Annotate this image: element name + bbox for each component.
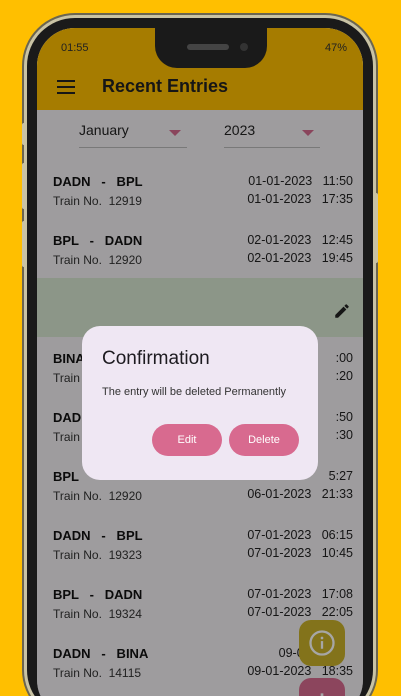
phone-volume-up	[22, 163, 26, 209]
front-camera	[240, 43, 248, 51]
dialog-title: Confirmation	[102, 348, 210, 369]
edit-button[interactable]: Edit	[152, 424, 222, 456]
notch	[155, 28, 267, 68]
phone-side-button	[22, 123, 26, 145]
confirmation-dialog: Confirmation The entry will be deleted P…	[82, 326, 318, 480]
phone-screen: 01:55 47% Recent Entries January 2023 DA…	[37, 28, 363, 696]
dialog-message: The entry will be deleted Permanently	[102, 386, 287, 398]
phone-power-button	[374, 193, 378, 263]
phone-frame: 01:55 47% Recent Entries January 2023 DA…	[22, 18, 378, 696]
speaker	[187, 44, 229, 50]
phone-volume-down	[22, 221, 26, 267]
delete-button[interactable]: Delete	[229, 424, 299, 456]
